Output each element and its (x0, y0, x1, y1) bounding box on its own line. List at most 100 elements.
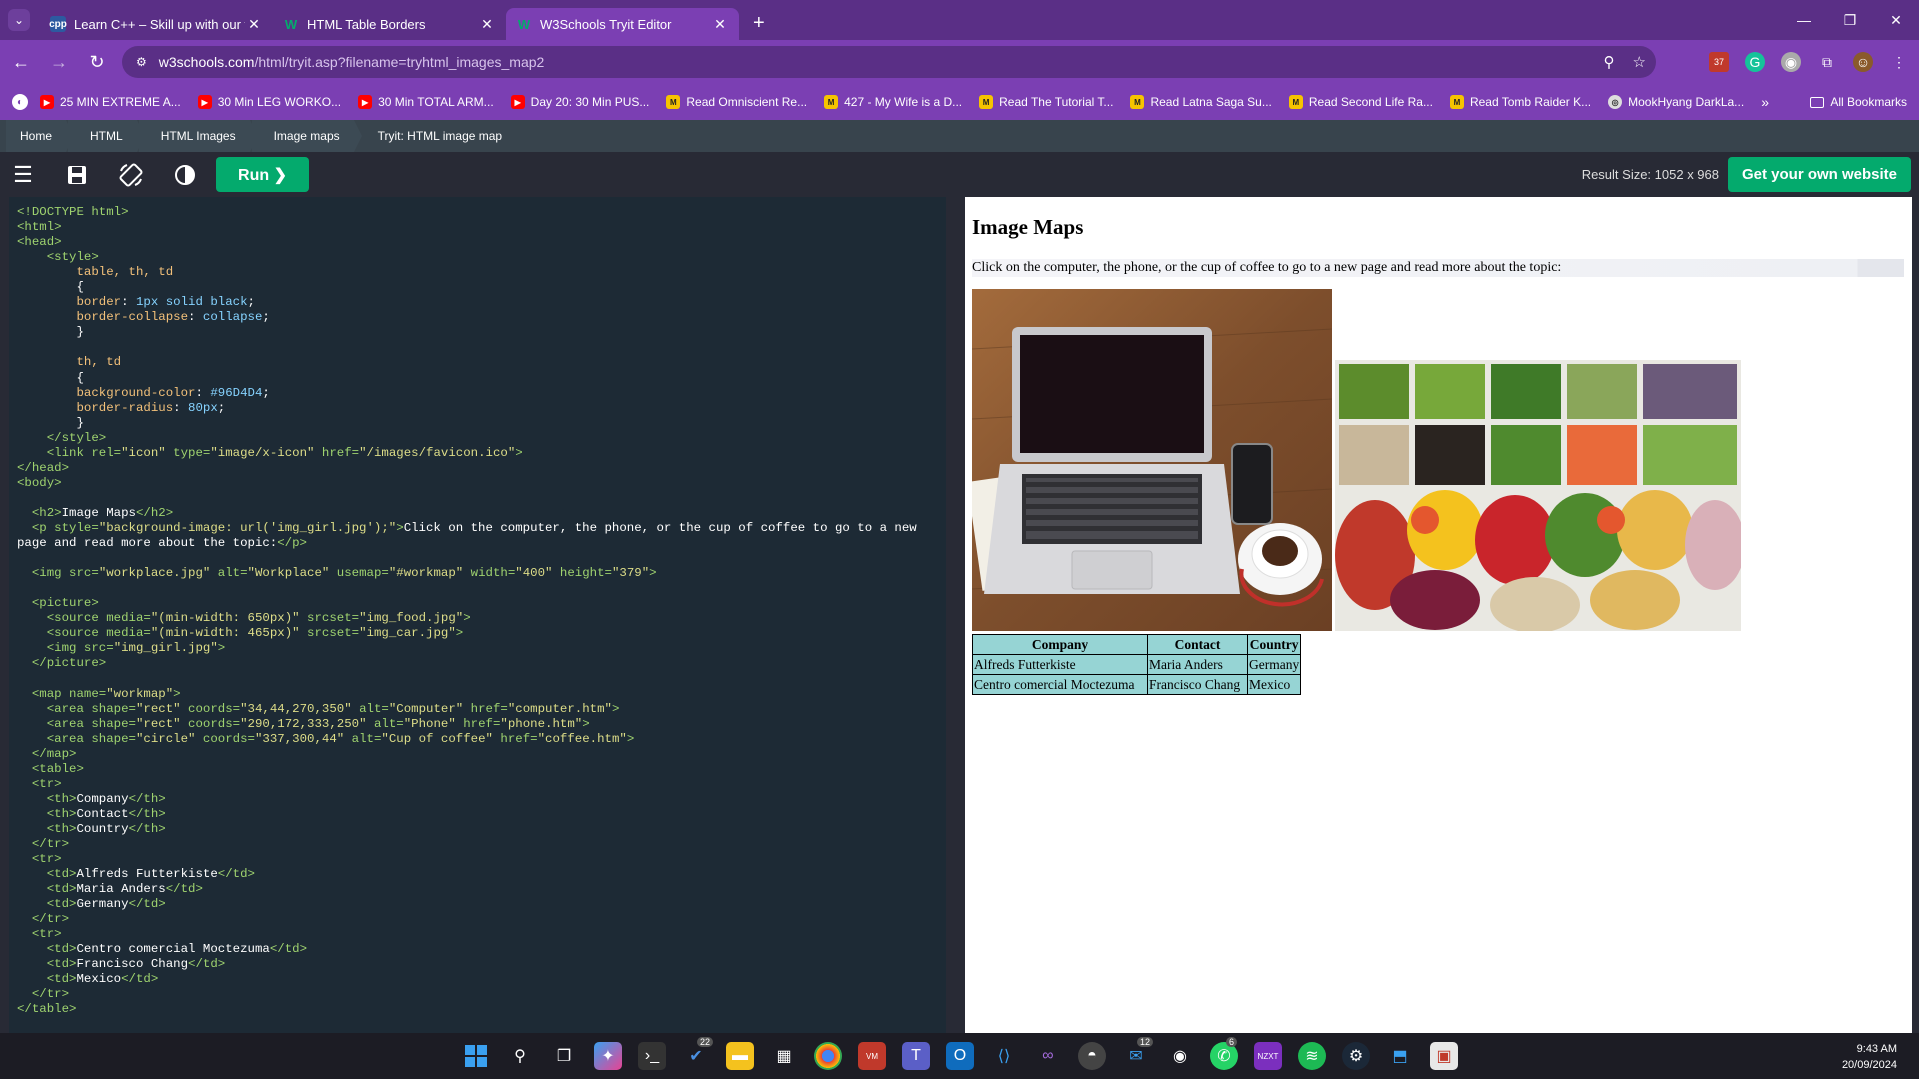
copilot-icon[interactable]: ✦ (594, 1042, 622, 1070)
table-cell: Alfreds Futterkiste (972, 654, 1148, 675)
spotify-icon[interactable]: ≋ (1298, 1042, 1326, 1070)
omnibox-actions: ⚲ ☆ (1604, 46, 1646, 78)
close-icon[interactable]: ✕ (245, 16, 263, 33)
bookmark-item[interactable]: ▶ 30 Min LEG WORKO... (197, 95, 342, 109)
bookmark-item[interactable]: ◎ MookHyang DarkLa... (1608, 95, 1744, 109)
bookmark-star-icon[interactable]: ☆ (1633, 53, 1646, 71)
bookmark-item[interactable]: M Read Latna Saga Su... (1130, 95, 1272, 109)
breadcrumb-home[interactable]: Home (6, 120, 75, 152)
get-website-button[interactable]: Get your own website (1728, 157, 1911, 192)
all-bookmarks-button[interactable]: All Bookmarks (1810, 84, 1907, 120)
app-icon[interactable]: ◓ (1078, 1042, 1106, 1070)
windows-start-icon[interactable] (462, 1042, 490, 1070)
code-content[interactable]: <!DOCTYPE html> <html> <head> <style> ta… (17, 205, 938, 1018)
workplace-image[interactable] (972, 289, 1332, 631)
outlook-icon[interactable]: O (946, 1042, 974, 1070)
clock-time: 9:43 AM (1856, 1043, 1897, 1055)
vscode-icon[interactable]: ⟨⟩ (990, 1042, 1018, 1070)
bookmark-item[interactable]: ▶ Day 20: 30 Min PUS... (510, 95, 649, 109)
store-icon[interactable]: ▦ (770, 1042, 798, 1070)
extension-badge-icon[interactable]: 37 (1709, 52, 1729, 72)
bookmark-item[interactable]: ▶ 25 MIN EXTREME A... (40, 95, 181, 109)
bookmarks-overflow-button[interactable]: » (1761, 84, 1769, 120)
bookmark-label: 30 Min LEG WORKO... (217, 95, 342, 109)
browser-tab-table-borders[interactable]: W HTML Table Borders ✕ (273, 8, 506, 40)
manga-icon: M (824, 95, 839, 109)
tab-search-icon[interactable]: ⌄ (8, 9, 30, 31)
url-path: /html/tryit.asp?filename=tryhtml_images_… (254, 54, 545, 70)
close-window-button[interactable]: ✕ (1873, 0, 1919, 40)
browser-tab-bar: ⌄ cpp Learn C++ – Skill up with our fr ✕… (0, 0, 1919, 40)
breadcrumb-html-images[interactable]: HTML Images (138, 120, 258, 152)
pane-divider[interactable] (946, 197, 965, 1033)
file-explorer-icon[interactable]: ▬ (726, 1042, 754, 1070)
menu-dots-icon[interactable]: ⋮ (1889, 52, 1909, 72)
zoom-icon[interactable]: ⚲ (1604, 53, 1615, 71)
url-input[interactable]: ⚙ w3schools.com/html/tryit.asp?filename=… (122, 46, 1656, 78)
breadcrumb-image-maps[interactable]: Image maps (251, 120, 362, 152)
table-header: Company (972, 634, 1148, 655)
manga-icon: M (979, 95, 994, 109)
windows-taskbar: ⚲ ❐ ✦ ›_ ✔ 22 ▬ ▦ VM T O ⟨⟩ ∞ ◓ ✉ 12 ◉ ✆… (0, 1033, 1919, 1079)
tab-label: HTML Table Borders (307, 16, 426, 32)
url-text: w3schools.com/html/tryit.asp?filename=tr… (159, 54, 545, 70)
voicemeeter-icon[interactable]: VM (858, 1042, 886, 1070)
close-icon[interactable]: ✕ (478, 16, 496, 33)
table-header: Country (1246, 634, 1302, 655)
task-view-icon[interactable]: ❐ (550, 1042, 578, 1070)
bookmark-item[interactable]: M Read Omniscient Re... (666, 95, 807, 109)
browser-tab-cpp[interactable]: cpp Learn C++ – Skill up with our fr ✕ (40, 8, 273, 40)
steam-icon[interactable]: ⚙ (1342, 1042, 1370, 1070)
visual-studio-icon[interactable]: ∞ (1034, 1042, 1062, 1070)
all-bookmarks-label: All Bookmarks (1830, 95, 1907, 109)
app-icon[interactable]: ▣ (1430, 1042, 1458, 1070)
table-cell: Centro comercial Moctezuma (972, 674, 1148, 695)
obs-icon[interactable]: ◉ (1166, 1042, 1194, 1070)
run-button[interactable]: Run ❯ (216, 157, 309, 192)
app-icon[interactable]: ⬒ (1386, 1042, 1414, 1070)
result-table: Company Contact Country Alfreds Futterki… (972, 634, 1302, 695)
bookmark-item[interactable]: M Read Tomb Raider K... (1449, 95, 1591, 109)
bookmark-item[interactable]: M Read Second Life Ra... (1288, 95, 1433, 109)
extension-icon[interactable]: ◉ (1781, 52, 1801, 72)
bookmark-label: 427 - My Wife is a D... (844, 95, 963, 109)
puzzle-icon[interactable]: ⧉ (1817, 52, 1837, 72)
dark-mode-icon[interactable] (170, 160, 200, 190)
profile-avatar[interactable]: ☺ (1853, 52, 1873, 72)
bookmark-item[interactable]: M Read The Tutorial T... (979, 95, 1113, 109)
nzxt-icon[interactable]: NZXT (1254, 1042, 1282, 1070)
chrome-icon[interactable] (814, 1042, 842, 1070)
system-clock[interactable]: 9:43 AM 20/09/2024 (1842, 1041, 1897, 1073)
bookmark-label: MookHyang DarkLa... (1628, 95, 1745, 109)
breadcrumb: Home HTML HTML Images Image maps Tryit: … (0, 120, 1919, 152)
restore-button[interactable]: ❐ (1827, 0, 1873, 40)
teams-icon[interactable]: T (902, 1042, 930, 1070)
breadcrumb-html[interactable]: HTML (68, 120, 145, 152)
table-header: Contact (1147, 634, 1248, 655)
bookmark-app-icon[interactable]: ◐ (12, 94, 28, 110)
site-info-icon[interactable]: ⚙ (136, 55, 147, 69)
new-tab-button[interactable]: + (753, 12, 765, 35)
code-editor[interactable]: <!DOCTYPE html> <html> <head> <style> ta… (9, 197, 946, 1033)
menu-icon[interactable]: ☰ (8, 160, 38, 190)
back-icon[interactable]: ← (4, 45, 38, 79)
table-cell: Germany (1246, 654, 1302, 675)
browser-tab-tryit[interactable]: W W3Schools Tryit Editor ✕ (506, 8, 739, 40)
save-icon[interactable] (62, 160, 92, 190)
reload-icon[interactable]: ↻ (80, 45, 114, 79)
search-icon[interactable]: ⚲ (506, 1042, 534, 1070)
address-bar-row: ← → ↻ ⚙ w3schools.com/html/tryit.asp?fil… (0, 40, 1919, 84)
bookmark-item[interactable]: M 427 - My Wife is a D... (824, 95, 962, 109)
youtube-icon: ▶ (40, 95, 54, 109)
terminal-icon[interactable]: ›_ (638, 1042, 666, 1070)
grammarly-icon[interactable]: G (1745, 52, 1765, 72)
bookmark-item[interactable]: ▶ 30 Min TOTAL ARM... (358, 95, 494, 109)
forward-icon[interactable]: → (42, 45, 76, 79)
breadcrumb-current: Tryit: HTML image map (377, 129, 503, 143)
rotate-orientation-icon[interactable] (116, 160, 146, 190)
minimize-button[interactable]: — (1781, 0, 1827, 40)
food-image[interactable] (1335, 360, 1741, 631)
result-pane: Image Maps Click on the computer, the ph… (965, 197, 1912, 1033)
globe-icon: ◎ (1608, 95, 1623, 109)
close-icon[interactable]: ✕ (711, 16, 729, 33)
